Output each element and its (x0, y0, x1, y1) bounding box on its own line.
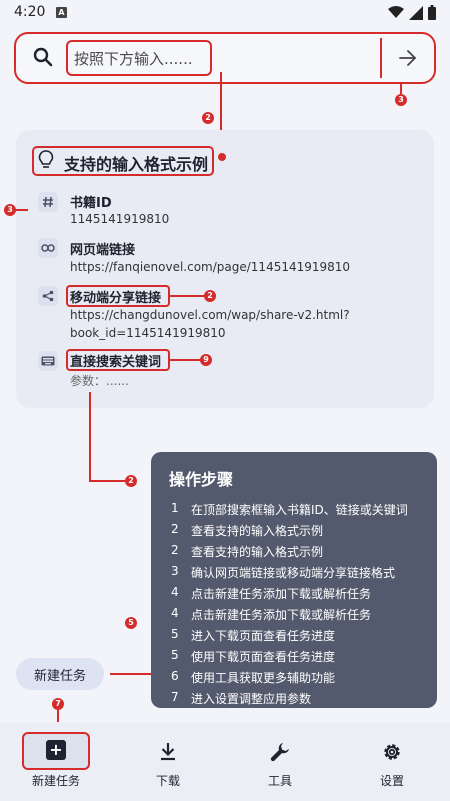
annotation-badge: 7 (52, 698, 64, 710)
lightbulb-icon (38, 150, 54, 168)
card-title: 支持的输入格式示例 (64, 155, 209, 174)
step-number: 2 (171, 543, 179, 557)
step-text: 点击新建任务添加下载或解析任务 (191, 608, 372, 622)
step-number: 2 (171, 522, 179, 536)
annotation-line (170, 359, 204, 361)
search-input[interactable] (74, 48, 208, 70)
step-text: 使用工具获取更多辅助功能 (191, 671, 336, 685)
status-bar: 4:20 A (0, 0, 450, 26)
annotation-badge: 2 (204, 290, 216, 302)
nav-label-download: 下载 (155, 774, 180, 788)
submit-arrow-button[interactable] (382, 36, 434, 80)
steps-title: 操作步骤 (169, 470, 234, 489)
download-icon (156, 740, 180, 764)
step-number: 4 (171, 585, 179, 599)
format-label-keyword: 直接搜索关键词 (70, 355, 162, 370)
wrench-icon (268, 740, 292, 764)
annotation-badge: 2 (202, 112, 214, 124)
search-icon (33, 47, 53, 67)
nav-label-settings: 设置 (379, 774, 404, 788)
search-bar (14, 32, 436, 84)
step-row: 3 确认网页端链接或移动端分享链接格式 (171, 564, 395, 581)
format-value-keyword: 参数：...... (70, 374, 129, 388)
format-label-book-id: 书籍ID (70, 196, 112, 211)
annotation-badge: 9 (200, 354, 212, 366)
annotation-badge: 2 (125, 475, 137, 487)
step-row: 1 在顶部搜索框输入书籍ID、链接或关键词 (171, 501, 408, 518)
steps-panel: 操作步骤 1 在顶部搜索框输入书籍ID、链接或关键词 2 查看支持的输入格式示例 2… (151, 452, 437, 708)
search-input-highlight (66, 40, 212, 76)
signal-icon (409, 5, 423, 20)
step-row: 5 使用下载页面查看任务进度 (171, 648, 335, 665)
annotation-badge (218, 153, 226, 161)
step-number: 7 (171, 690, 179, 704)
format-value-share-link-line2: book_id=1145141919810 (70, 326, 226, 340)
step-text: 进入下载页面查看任务进度 (191, 629, 336, 643)
step-text: 查看支持的输入格式示例 (191, 545, 324, 559)
annotation-line (400, 84, 402, 94)
annotation-line (14, 209, 28, 211)
step-number: 4 (171, 606, 179, 620)
step-row: 7 进入设置调整应用参数 (171, 690, 311, 707)
step-text: 使用下载页面查看任务进度 (191, 650, 336, 664)
step-text: 进入设置调整应用参数 (191, 692, 312, 706)
annotation-badge: 5 (125, 617, 137, 629)
step-number: 5 (171, 648, 179, 662)
step-row: 2 查看支持的输入格式示例 (171, 543, 323, 560)
format-value-share-link-line1: https://changdunovel.com/wap/share-v2.ht… (70, 308, 350, 322)
link-icon (38, 238, 58, 258)
step-row: 6 使用工具获取更多辅助功能 (171, 669, 335, 686)
format-label-share-link: 移动端分享链接 (70, 291, 162, 306)
annotation-badge: 3 (395, 94, 407, 106)
gear-icon (380, 740, 404, 764)
annotation-line (110, 673, 152, 675)
hash-icon (38, 192, 58, 212)
keyboard-icon (38, 351, 58, 371)
format-value-book-id: 1145141919810 (70, 212, 170, 226)
battery-icon (428, 5, 436, 20)
status-icons (388, 5, 436, 20)
step-text: 在顶部搜索框输入书籍ID、链接或关键词 (191, 503, 408, 517)
nav-item-tools[interactable]: 工具 (224, 722, 336, 801)
step-number: 1 (171, 501, 179, 515)
nav-item-settings[interactable]: 设置 (336, 722, 448, 801)
nav-item-new-task[interactable]: + 新建任务 (0, 722, 112, 801)
notification-a-icon: A (56, 7, 67, 18)
plus-box-icon: + (46, 740, 66, 760)
format-value-web-link: https://fanqienovel.com/page/11451419198… (70, 260, 351, 274)
share-icon (38, 286, 58, 306)
annotation-badge: 3 (4, 204, 16, 216)
step-text: 确认网页端链接或移动端分享链接格式 (191, 566, 396, 580)
status-time: 4:20 (14, 4, 46, 20)
step-text: 查看支持的输入格式示例 (191, 524, 324, 538)
annotation-line (170, 295, 204, 297)
step-row: 4 点击新建任务添加下载或解析任务 (171, 585, 371, 602)
annotation-line (89, 480, 125, 482)
step-row: 2 查看支持的输入格式示例 (171, 522, 323, 539)
step-number: 6 (171, 669, 179, 683)
nav-label-new-task: 新建任务 (31, 774, 80, 788)
format-label-web-link: 网页端链接 (70, 243, 136, 258)
new-task-chip-button[interactable]: 新建任务 (16, 658, 104, 690)
step-row: 4 点击新建任务添加下载或解析任务 (171, 606, 371, 623)
bottom-nav: + 新建任务 下载 工具 设置 (0, 722, 450, 801)
annotation-line (89, 392, 91, 480)
step-text: 点击新建任务添加下载或解析任务 (191, 587, 372, 601)
step-number: 5 (171, 627, 179, 641)
arrow-right-icon (399, 50, 416, 66)
nav-item-download[interactable]: 下载 (112, 722, 224, 801)
step-number: 3 (171, 564, 179, 578)
nav-label-tools: 工具 (267, 774, 292, 788)
step-row: 5 进入下载页面查看任务进度 (171, 627, 335, 644)
wifi-icon (388, 6, 404, 18)
